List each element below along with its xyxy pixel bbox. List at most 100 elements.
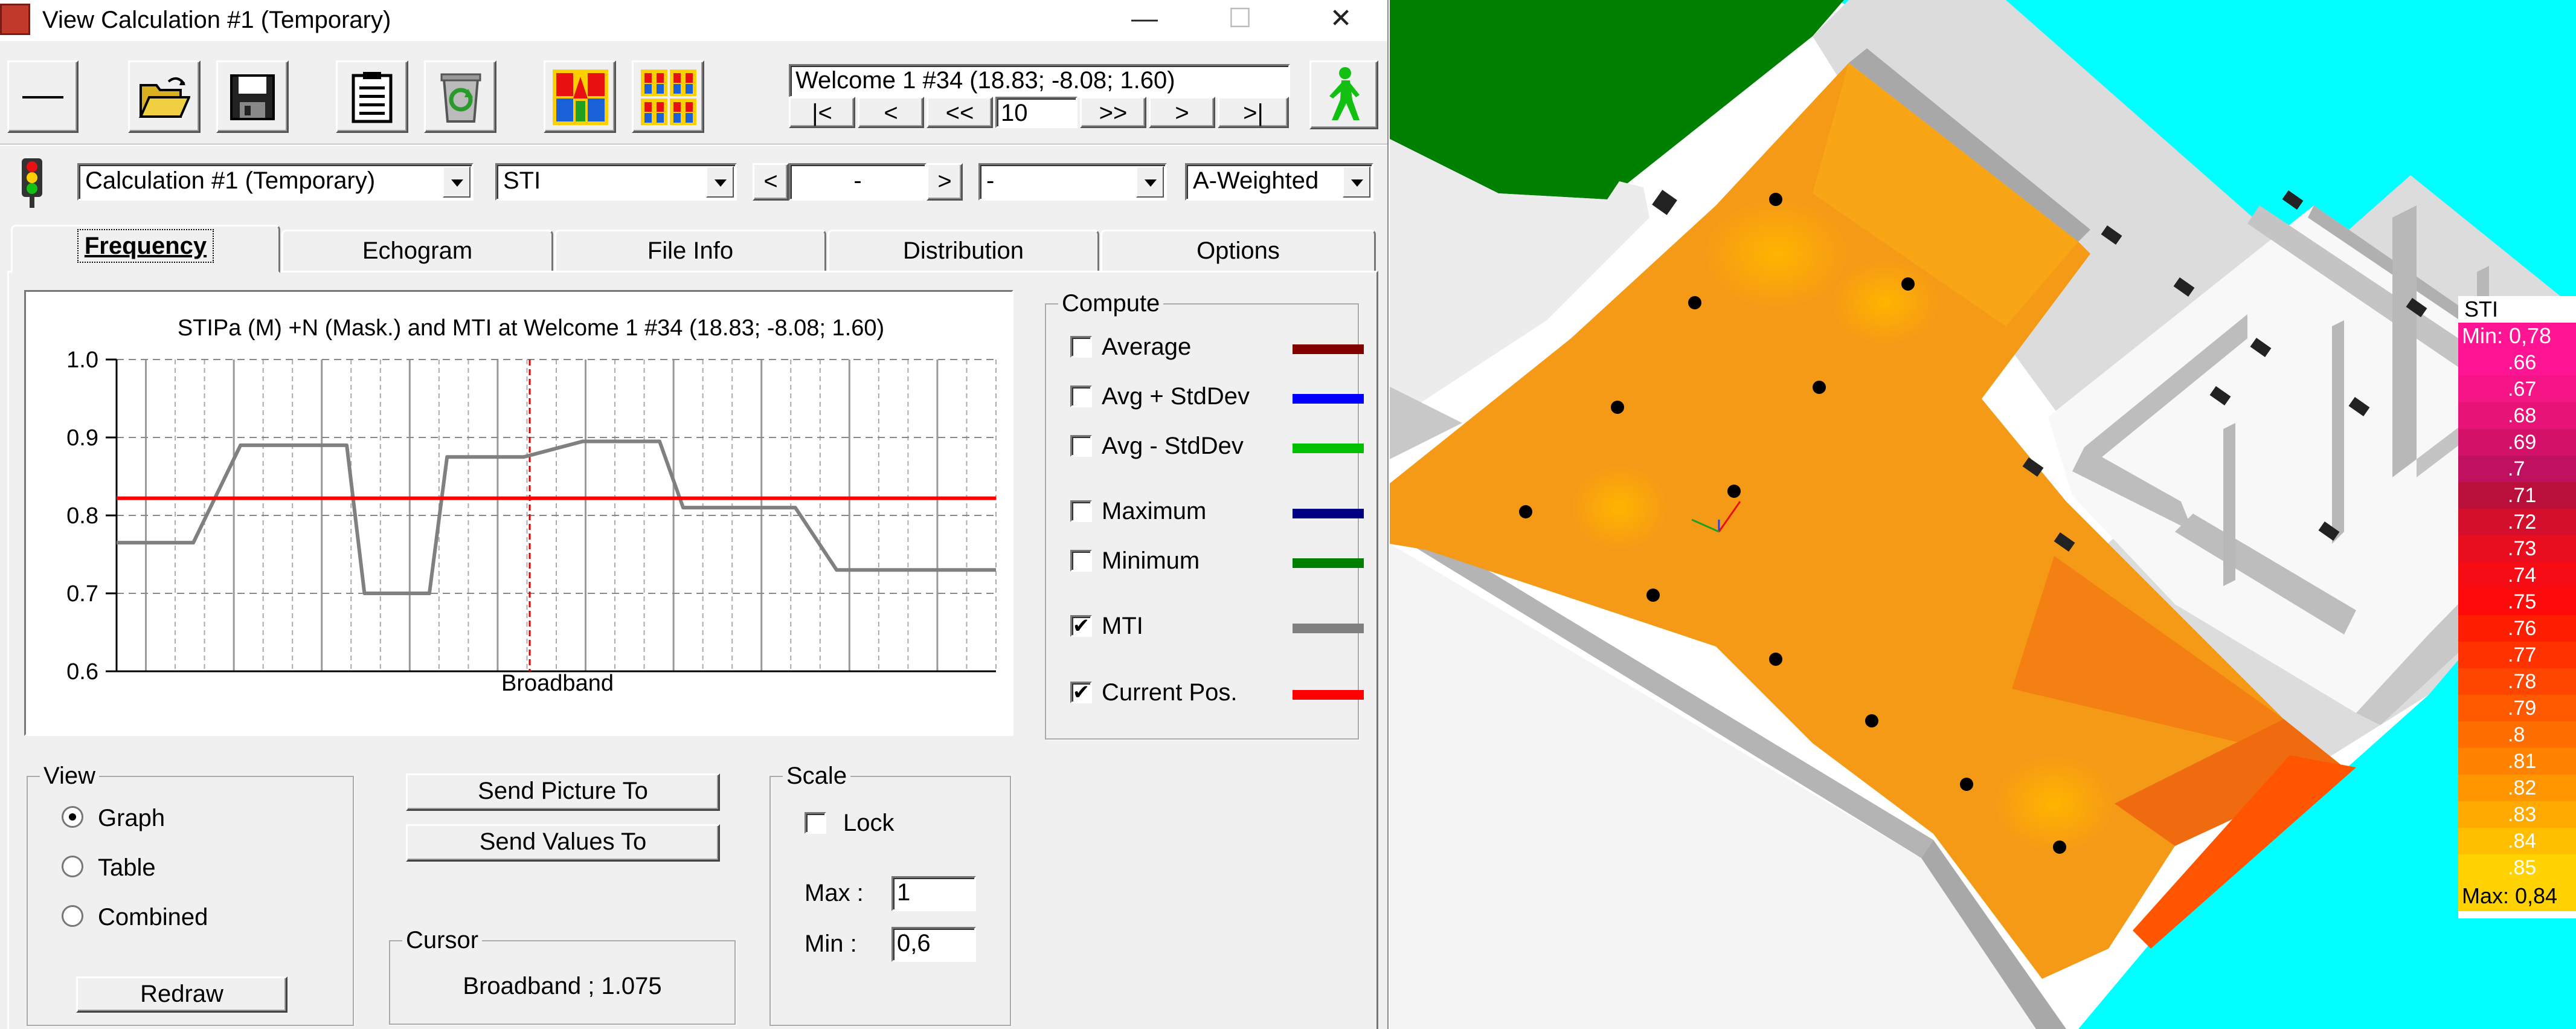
room-3d-scene[interactable] — [1390, 0, 2576, 1029]
redraw-button[interactable]: Redraw — [76, 976, 287, 1013]
view-title: View — [40, 761, 99, 790]
legend-level: .68 — [2458, 402, 2576, 430]
lock-checkbox[interactable] — [805, 812, 826, 834]
y-tick-label: 0.7 — [66, 581, 98, 607]
send-values-button[interactable]: Send Values To — [406, 824, 720, 862]
compute-item[interactable]: Avg + StdDev — [1070, 379, 1364, 416]
view-option-combined-label: Combined — [98, 904, 208, 931]
legend-level: .84 — [2458, 828, 2576, 855]
compute-label: Avg + StdDev — [1102, 383, 1250, 410]
compute-checkbox[interactable] — [1070, 550, 1092, 572]
compute-item[interactable]: ✔ Current Pos. — [1070, 676, 1364, 712]
tab-file-info[interactable]: File Info — [554, 230, 826, 272]
room-3d-view[interactable] — [1390, 0, 2576, 1029]
walk-button[interactable] — [1309, 60, 1378, 129]
view-group: View Graph Table Combined Redraw — [27, 761, 354, 1026]
radio-combined[interactable] — [62, 905, 83, 927]
nav-prev-button[interactable]: < — [858, 97, 924, 128]
traffic-light-icon — [22, 158, 42, 208]
view-option-graph-label: Graph — [98, 805, 165, 831]
legend-level: .67 — [2458, 376, 2576, 403]
y-tick-label: 0.9 — [66, 425, 98, 451]
chevron-down-icon[interactable] — [706, 166, 734, 198]
sub-select-value: - — [986, 167, 995, 194]
compute-checkbox[interactable] — [1070, 385, 1092, 407]
legend-level: .83 — [2458, 801, 2576, 828]
sti-legend: STI Min: 0,78 .66.67.68.69.7.71.72.73.74… — [2458, 296, 2576, 918]
compute-item[interactable]: ✔ MTI — [1070, 609, 1364, 645]
compute-group: Compute Average Avg + StdDev Avg - StdDev M… — [1045, 289, 1364, 740]
tab-distribution[interactable]: Distribution — [827, 230, 1099, 272]
delete-button[interactable] — [424, 60, 496, 133]
legend-level: .81 — [2458, 748, 2576, 775]
legend-level: .82 — [2458, 775, 2576, 802]
tab-frequency[interactable]: Frequency — [11, 225, 280, 273]
multi-map-button[interactable] — [632, 60, 704, 133]
chevron-down-icon[interactable] — [443, 166, 471, 198]
compute-checkbox[interactable] — [1070, 336, 1092, 358]
compute-item[interactable]: Average — [1070, 330, 1364, 366]
report-button[interactable] — [336, 60, 408, 133]
compute-checkbox[interactable] — [1070, 435, 1092, 457]
color-map-button[interactable] — [544, 60, 616, 133]
compute-color-swatch — [1293, 394, 1364, 404]
band-next-button[interactable]: > — [927, 163, 963, 201]
band-prev-button[interactable]: < — [753, 163, 789, 201]
view-option-graph[interactable]: Graph — [62, 801, 303, 837]
legend-level: .75 — [2458, 589, 2576, 616]
radio-graph[interactable] — [62, 806, 83, 828]
calculation-window: View Calculation #1 (Temporary) — ☐ ✕ We… — [0, 0, 1389, 1029]
nav-next-step-button[interactable]: >> — [1080, 97, 1146, 128]
compute-checkbox[interactable] — [1070, 500, 1092, 522]
window-title: View Calculation #1 (Temporary) — [42, 7, 391, 33]
nav-first-button[interactable]: |< — [789, 97, 855, 128]
radio-table[interactable] — [62, 856, 83, 877]
step-input[interactable]: 10 — [995, 97, 1078, 128]
minimize-button[interactable]: — — [1111, 0, 1178, 37]
legend-level: .74 — [2458, 562, 2576, 589]
send-picture-button[interactable]: Send Picture To — [406, 773, 720, 811]
view-option-table[interactable]: Table — [62, 851, 303, 887]
view-option-combined[interactable]: Combined — [62, 900, 303, 937]
compute-item[interactable]: Maximum — [1070, 494, 1364, 531]
weighting-select[interactable]: A-Weighted — [1185, 163, 1373, 201]
color-grid-icon — [553, 69, 608, 125]
tab-options[interactable]: Options — [1100, 230, 1376, 272]
nav-last-button[interactable]: >| — [1218, 97, 1289, 128]
compute-item[interactable]: Avg - StdDev — [1070, 429, 1364, 465]
color-grid-multi-icon — [641, 69, 696, 125]
max-input[interactable]: 1 — [891, 876, 976, 911]
band-field[interactable]: - — [789, 163, 927, 201]
compute-color-swatch — [1293, 558, 1364, 568]
chart-grid — [106, 358, 997, 673]
calculation-select[interactable]: Calculation #1 (Temporary) — [77, 163, 474, 201]
compute-item[interactable]: Minimum — [1070, 544, 1364, 580]
compute-checkbox[interactable]: ✔ — [1070, 682, 1092, 703]
open-button[interactable] — [128, 60, 201, 133]
maximize-button[interactable]: ☐ — [1207, 0, 1273, 37]
legend-level: .8 — [2458, 721, 2576, 749]
save-button[interactable] — [216, 60, 289, 133]
legend-level: .78 — [2458, 668, 2576, 695]
compute-title: Compute — [1058, 289, 1164, 318]
chevron-down-icon[interactable] — [1136, 166, 1164, 198]
nav-prev-step-button[interactable]: << — [927, 97, 993, 128]
open-folder-icon — [138, 77, 190, 118]
min-input[interactable]: 0,6 — [891, 927, 976, 962]
chevron-down-icon[interactable] — [1343, 166, 1370, 198]
sub-select[interactable]: - — [978, 163, 1167, 201]
legend-level: .85 — [2458, 854, 2576, 882]
legend-title: STI — [2464, 297, 2499, 321]
location-field[interactable]: Welcome 1 #34 (18.83; -8.08; 1.60) — [789, 64, 1290, 98]
max-label: Max : — [805, 880, 864, 906]
minus-button[interactable] — [7, 60, 79, 133]
legend-level: .69 — [2458, 429, 2576, 456]
min-label: Min : — [805, 931, 857, 957]
lock-label: Lock — [843, 810, 895, 836]
close-button[interactable]: ✕ — [1308, 0, 1374, 37]
parameter-select[interactable]: STI — [495, 163, 737, 201]
tab-echogram[interactable]: Echogram — [281, 230, 553, 272]
title-bar[interactable]: View Calculation #1 (Temporary) — ☐ ✕ — [0, 0, 1387, 41]
compute-checkbox[interactable]: ✔ — [1070, 615, 1092, 637]
nav-next-button[interactable]: > — [1149, 97, 1215, 128]
